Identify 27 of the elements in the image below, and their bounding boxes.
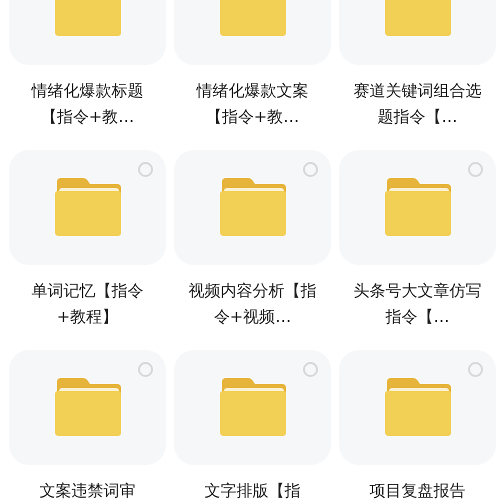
folder-tile[interactable]	[174, 350, 331, 465]
folder-name: 文字排版【指	[204, 480, 302, 500]
folder-icon	[382, 378, 452, 438]
folder-icon	[52, 378, 122, 438]
select-circle[interactable]	[303, 362, 318, 377]
folder-name: 情绪化爆款文案【指令+教…	[195, 80, 310, 128]
folder-tile[interactable]	[174, 150, 331, 265]
folder-icon	[52, 178, 122, 238]
folder-tile[interactable]	[339, 150, 496, 265]
folder-icon	[218, 378, 288, 438]
folder-name: 单词记忆【指令+教程】	[30, 280, 144, 328]
folder-tile[interactable]	[9, 150, 166, 265]
select-circle[interactable]	[303, 162, 318, 177]
folder-icon	[382, 178, 452, 238]
folder-icon	[218, 178, 288, 238]
select-circle[interactable]	[468, 362, 483, 377]
select-circle[interactable]	[138, 162, 153, 177]
folder-name: 情绪化爆款标题【指令+教…	[30, 80, 144, 128]
folder-tile[interactable]	[9, 350, 166, 465]
folder-name: 文案违禁词审	[38, 480, 136, 500]
folder-name: 项目复盘报告	[368, 480, 466, 500]
folder-name: 视频内容分析【指令+视频…	[188, 280, 316, 328]
folder-name: 头条号大文章仿写指令【…	[354, 280, 482, 328]
folder-tile[interactable]	[339, 350, 496, 465]
select-circle[interactable]	[468, 162, 483, 177]
select-circle[interactable]	[138, 362, 153, 377]
folder-name: 赛道关键词组合选题指令【…	[354, 80, 482, 128]
